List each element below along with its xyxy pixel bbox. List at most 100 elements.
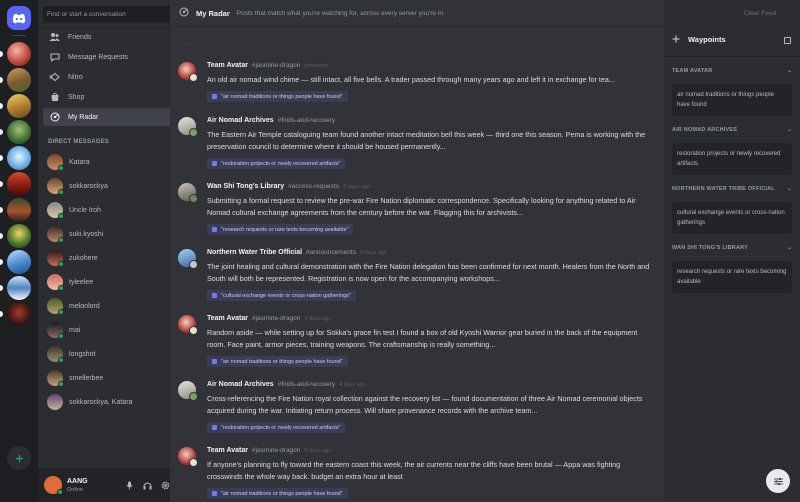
dm-name: melonlord (69, 302, 100, 310)
waypoint-item[interactable]: restoration projects or newly recovered … (672, 143, 792, 175)
nitro-icon (49, 72, 60, 83)
message-author[interactable]: Air Nomad Archives (207, 117, 274, 124)
dm-name: mai (69, 326, 81, 334)
server-badge (189, 260, 198, 269)
server-icon-6[interactable] (7, 172, 31, 196)
radar-match-tag[interactable]: "air nomad traditions or things people h… (207, 356, 348, 367)
avatar[interactable] (178, 62, 198, 82)
avatar (47, 322, 64, 339)
panel-divider (664, 56, 800, 57)
radar-match-tag[interactable]: "air nomad traditions or things people h… (207, 91, 348, 102)
server-icon-9[interactable] (7, 250, 31, 274)
message-author[interactable]: Team Avatar (207, 62, 248, 69)
server-icon-1[interactable] (7, 42, 31, 66)
server-unread-pill (0, 51, 3, 57)
server-unread-pill (0, 103, 3, 109)
waypoint-item[interactable]: air nomad traditions or things people ha… (672, 84, 792, 116)
server-icon-4[interactable] (7, 120, 31, 144)
message-channel[interactable]: #jasmine-dragon (252, 447, 300, 454)
avatar[interactable] (178, 249, 198, 269)
message-author[interactable]: Air Nomad Archives (207, 381, 274, 388)
microphone-icon[interactable] (125, 481, 134, 490)
radar-match-label: "cultural exchange events or cross-natio… (221, 292, 351, 299)
add-server-button[interactable] (7, 446, 31, 470)
clear-feed-button[interactable]: Clear Feed (744, 10, 776, 17)
message-channel[interactable]: #announcements (306, 249, 356, 256)
dm-name: smellerbee (69, 374, 104, 382)
avatar[interactable] (178, 447, 198, 467)
waypoint-group-header[interactable]: AIR NOMAD ARCHIVES ⌄ (672, 127, 792, 133)
avatar[interactable] (178, 381, 198, 401)
message-author[interactable]: Wan Shi Tong's Library (207, 183, 284, 190)
nav-message-requests-label: Message Requests (68, 53, 128, 61)
waypoint-item[interactable]: cultural exchange events or cross-nation… (672, 202, 792, 234)
server-icon-10[interactable] (7, 276, 31, 300)
message-channel[interactable]: #finds-and-recovery (278, 117, 335, 124)
settings-gear-icon[interactable] (161, 481, 170, 490)
server-badge (189, 128, 198, 137)
dm-name: sokkarockya, Katara (69, 398, 133, 406)
plus-icon (15, 454, 23, 462)
message-author[interactable]: Team Avatar (207, 447, 248, 454)
avatar (47, 178, 64, 195)
dm-sidebar: Find or start a conversation Friends Mes… (38, 0, 203, 502)
server-badge (189, 326, 198, 335)
tag-icon (212, 491, 217, 496)
server-icon-11[interactable] (7, 302, 31, 326)
message-channel[interactable]: #access-requests (288, 183, 339, 190)
server-icon-3[interactable] (7, 94, 31, 118)
radar-match-tag[interactable]: "restoration projects or newly recovered… (207, 422, 346, 433)
message-text: If anyone's planning to fly toward the e… (207, 460, 621, 481)
waypoints-header: Waypoints (664, 30, 800, 48)
server-unread-pill (0, 77, 3, 83)
server-unread-pill (0, 285, 3, 291)
discord-home-button[interactable] (7, 6, 31, 30)
nav-nitro-label: Nitro (68, 73, 83, 81)
message-time: 3 days ago (359, 250, 387, 256)
waypoint-group-header[interactable]: TEAM AVATAR ⌄ (672, 68, 792, 74)
server-icon-2[interactable] (7, 68, 31, 92)
radar-match-tag[interactable]: "cultural exchange events or cross-natio… (207, 290, 356, 301)
dm-name: sokkarockya (69, 182, 108, 190)
online-status-dot (58, 285, 64, 291)
message-text: Cross-referencing the Fire Nation royal … (207, 394, 643, 415)
avatar[interactable] (178, 183, 198, 203)
user-avatar[interactable] (44, 476, 63, 495)
online-status-dot (58, 189, 64, 195)
avatar (47, 250, 64, 267)
feed-faded-label: ——— (180, 40, 197, 46)
message-author[interactable]: Team Avatar (207, 315, 248, 322)
panel-toggle-button[interactable] (784, 37, 791, 44)
message-author[interactable]: Northern Water Tribe Official (207, 249, 302, 256)
message-channel[interactable]: #jasmine-dragon (252, 315, 300, 322)
dm-name: longshot (69, 350, 96, 358)
user-name[interactable]: AANG (67, 478, 113, 485)
radar-match-tag[interactable]: "research requests or rare texts becomin… (207, 224, 354, 235)
friends-icon (49, 32, 60, 43)
sliders-icon (773, 477, 783, 485)
waypoint-item[interactable]: research requests or rare texts becoming… (672, 261, 792, 293)
server-badge (189, 73, 198, 82)
page-subtitle: Posts that match what you're watching fo… (236, 9, 445, 17)
tag-icon (212, 425, 217, 430)
shop-icon (49, 92, 60, 103)
server-icon-5[interactable] (7, 146, 31, 170)
message-channel[interactable]: #finds-and-recovery (278, 381, 335, 388)
message-channel[interactable]: #jasmine-dragon (252, 62, 300, 69)
server-icon-7[interactable] (7, 198, 31, 222)
headphones-icon[interactable] (143, 481, 152, 490)
waypoint-group-header[interactable]: NORTHERN WATER TRIBE OFFICIAL ⌄ (672, 186, 792, 192)
filter-settings-button[interactable] (766, 469, 790, 493)
server-icon-8[interactable] (7, 224, 31, 248)
tag-icon (212, 359, 217, 364)
radar-match-tag[interactable]: "restoration projects or newly recovered… (207, 158, 346, 169)
message-time: 4 days ago (339, 382, 367, 388)
online-status-dot (57, 489, 63, 495)
discord-logo-icon (12, 13, 26, 23)
waypoint-group-header[interactable]: WAN SHI TONG'S LIBRARY ⌄ (672, 245, 792, 251)
radar-match-tag[interactable]: "air nomad traditions or things people h… (207, 488, 348, 499)
avatar[interactable] (178, 315, 198, 335)
avatar[interactable] (178, 117, 198, 137)
online-status-dot (58, 381, 64, 387)
direct-messages-label: DIRECT MESSAGES (48, 139, 110, 145)
